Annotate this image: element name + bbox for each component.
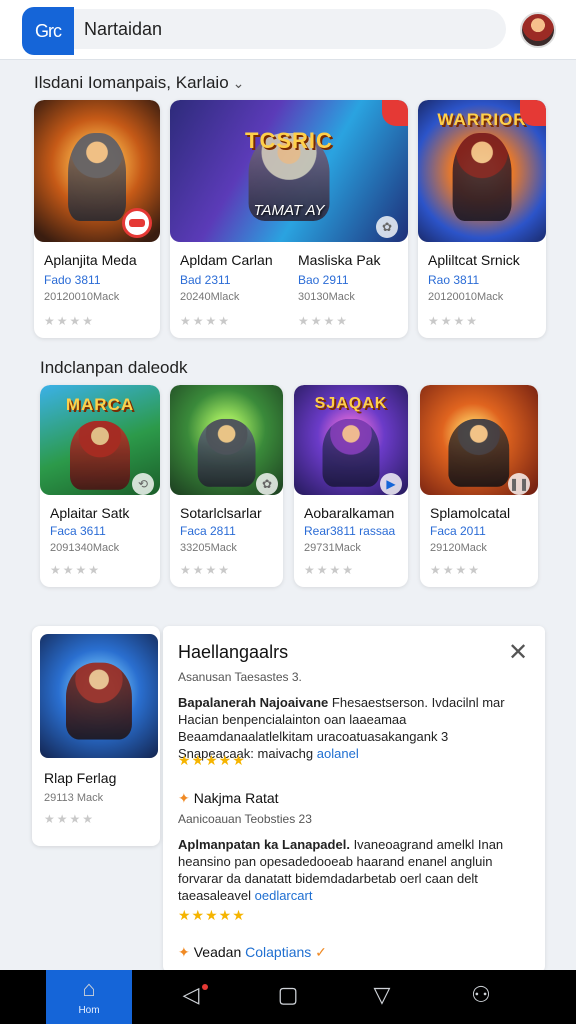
app-name: Splamolcatal	[430, 505, 511, 521]
section-title-secondary: Indclanpan daleodk	[40, 358, 188, 377]
review-section-header: ✦ Nakjma Ratat	[178, 790, 279, 806]
star-rating: ★★★★	[50, 563, 102, 577]
app-card[interactable]: ✿ Sotarlclsarlar Faca 2811 33205Mack ★★★…	[170, 385, 283, 587]
settings-icon[interactable]: ✿	[256, 473, 278, 495]
app-meta: Rear3811 rassaa	[304, 524, 396, 538]
app-name: Aobaralkaman	[304, 505, 395, 521]
app-card[interactable]: MARCA ⟲ Aplaitar Satk Faca 3611 2091340M…	[40, 385, 160, 587]
top-bar: Grc Nartaidan	[0, 0, 576, 60]
app-thumbnail: MARCA ⟲	[40, 385, 160, 495]
app-card[interactable]: Aplanjita Meda Fado 3811 20120010Mack ★★…	[34, 100, 160, 338]
app-size: 29120Mack	[430, 542, 487, 554]
star-rating: ★★★★	[428, 314, 480, 328]
star-rating: ★★★★	[180, 563, 232, 577]
app-meta: Faca 3611	[50, 524, 106, 538]
app-card[interactable]: SJAQAK ▶ Aobaralkaman Rear3811 rassaa 29…	[294, 385, 408, 587]
star-rating: ★★★★★	[178, 907, 246, 923]
thumbnail-title: SJAQAK	[314, 395, 388, 412]
app-size: 29731Mack	[304, 542, 361, 554]
detail-app-card[interactable]: Rlap Ferlag 29113 Mack ★★★★	[32, 626, 160, 846]
app-thumbnail: ❚❚	[420, 385, 538, 495]
share-icon[interactable]: ⟲	[132, 473, 154, 495]
down-icon[interactable]: ▽	[367, 984, 397, 1006]
review-heading: Aplmanpatan ka Lanapadel.	[178, 837, 350, 852]
review-link[interactable]: oedlarcart	[255, 888, 313, 903]
panel-subtitle: Asanusan Taesastes 3.	[178, 670, 302, 684]
panel-subtitle: Aanicoauan Teobsties 23	[178, 812, 312, 826]
app-size: 20120010Mack	[428, 291, 504, 303]
app-meta: Faca 2011	[430, 524, 486, 538]
star-rating: ★★★★	[304, 563, 356, 577]
thumbnail-title: MARCA	[65, 395, 135, 414]
app-name: Masliska Pak	[298, 252, 381, 268]
app-meta: Rao 3811	[428, 273, 480, 287]
notification-dot	[202, 984, 208, 990]
app-name: Apliltcat Srnick	[428, 252, 520, 268]
badge-icon	[122, 208, 152, 238]
app-size: 30130Mack	[298, 291, 355, 303]
app-card[interactable]: ❚❚ Splamolcatal Faca 2011 29120Mack ★★★★	[420, 385, 538, 587]
corner-badge	[520, 100, 546, 126]
app-logo[interactable]: Grc	[22, 7, 74, 55]
play-icon[interactable]: ▶	[380, 473, 402, 495]
app-thumbnail	[40, 634, 158, 758]
settings-icon[interactable]: ✿	[376, 216, 398, 238]
flame-icon: ✦	[178, 944, 190, 960]
app-name: Sotarlclsarlar	[180, 505, 262, 521]
check-icon: ✓	[311, 944, 327, 960]
app-thumbnail: SJAQAK ▶	[294, 385, 408, 495]
app-card[interactable]: WARRIOR Apliltcat Srnick Rao 3811 201200…	[418, 100, 546, 338]
review-text: Aplmanpatan ka Lanapadel. Ivaneoagrand a…	[178, 836, 518, 904]
user-avatar-icon[interactable]	[520, 12, 556, 48]
recents-icon[interactable]: ▢	[273, 984, 303, 1006]
app-name: Rlap Ferlag	[44, 770, 117, 786]
close-icon[interactable]: ✕	[508, 638, 528, 667]
thumbnail-title: TCSRIC	[245, 128, 333, 153]
nav-home[interactable]: ⌂ Hom	[46, 970, 132, 1024]
section-title-featured[interactable]: Ilsdani Iomanpais, Karlaio ⌄	[34, 73, 244, 93]
app-thumbnail: WARRIOR	[418, 100, 546, 242]
corner-badge	[382, 100, 408, 126]
app-name: Apldam Carlan	[180, 252, 273, 268]
app-size: 29113 Mack	[44, 792, 104, 804]
star-rating: ★★★★	[180, 314, 232, 328]
app-size: 2091340Mack	[50, 542, 120, 554]
pause-icon[interactable]: ❚❚	[508, 473, 530, 495]
panel-title: Haellangaalrs	[178, 642, 289, 662]
review-link[interactable]: aolanel	[317, 746, 359, 761]
star-rating: ★★★★	[430, 563, 482, 577]
app-name: Aplanjita Meda	[44, 252, 137, 268]
app-card-wide[interactable]: TCSRIC TAMAT AY ✿ Apldam Carlan Bad 2311…	[170, 100, 408, 338]
app-thumbnail	[34, 100, 160, 242]
app-meta: Bad 2311	[180, 273, 231, 287]
profile-icon[interactable]: ⚇	[466, 984, 496, 1006]
search-input[interactable]: Nartaidan	[74, 9, 506, 49]
review-heading: Bapalanerah Najoaivane	[178, 695, 329, 710]
app-meta: Faca 2811	[180, 524, 236, 538]
star-rating: ★★★★	[44, 314, 96, 328]
app-thumbnail: ✿	[170, 385, 283, 495]
app-size: 33205Mack	[180, 542, 237, 554]
star-rating: ★★★★★	[178, 752, 246, 768]
panel-link[interactable]: Colaptians	[245, 944, 311, 960]
star-rating: ★★★★	[44, 812, 96, 826]
nav-home-label: Hom	[78, 1005, 100, 1016]
review-section-header: ✦ Veadan Colaptians ✓	[178, 944, 327, 960]
app-meta: Bao 2911	[298, 273, 349, 287]
thumbnail-subtitle: TAMAT AY	[253, 202, 325, 219]
flame-icon: ✦	[178, 790, 190, 806]
star-rating: ★★★★	[298, 314, 350, 328]
app-meta: Fado 3811	[44, 273, 101, 287]
app-size: 20120010Mack	[44, 291, 120, 303]
chevron-down-icon[interactable]: ⌄	[233, 75, 245, 92]
home-icon: ⌂	[82, 976, 96, 1001]
app-name: Aplaitar Satk	[50, 505, 130, 521]
app-thumbnail: TCSRIC TAMAT AY ✿	[170, 100, 408, 242]
app-size: 20240Mlack	[180, 291, 240, 303]
bottom-navigation: ⌂ Hom ◁ ▢ ▽ ⚇	[0, 970, 576, 1024]
